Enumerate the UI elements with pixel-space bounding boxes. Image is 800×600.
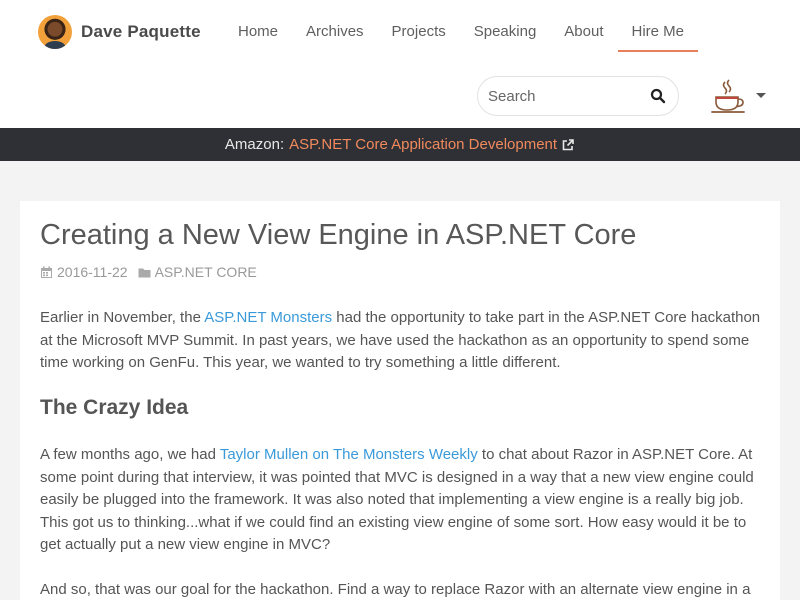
- text-span: A few months ago, we had: [40, 446, 220, 463]
- external-link-icon[interactable]: [561, 138, 575, 152]
- search-button[interactable]: [650, 88, 666, 104]
- search-box: [477, 76, 679, 116]
- brand-link[interactable]: Dave Paquette: [38, 15, 201, 49]
- nav-projects[interactable]: Projects: [378, 12, 460, 52]
- nav-speaking[interactable]: Speaking: [460, 12, 551, 52]
- search-icon: [650, 88, 666, 104]
- chevron-down-icon[interactable]: [756, 93, 766, 98]
- nav-about[interactable]: About: [550, 12, 617, 52]
- text-span: Earlier in November, the: [40, 309, 205, 326]
- post-date: 2016-11-22: [57, 264, 128, 280]
- paragraph-crazy-idea: A few months ago, we had Taylor Mullen o…: [40, 444, 765, 557]
- promo-prefix: Amazon:: [224, 136, 285, 153]
- post-category: ASP.NET CORE: [138, 264, 257, 280]
- nav-hire-me[interactable]: Hire Me: [617, 12, 699, 52]
- post-card: Creating a New View Engine in ASP.NET Co…: [20, 201, 780, 600]
- promo-bar: Amazon: ASP.NET Core Application Develop…: [0, 128, 800, 161]
- section-heading: The Crazy Idea: [40, 396, 189, 419]
- nav-home[interactable]: Home: [224, 12, 292, 52]
- folder-icon: [138, 268, 151, 277]
- coffee-cup-icon: [711, 79, 745, 113]
- site-header: Dave Paquette Home Archives Projects Spe…: [0, 0, 800, 128]
- promo-link[interactable]: ASP.NET Core Application Development: [289, 136, 557, 153]
- site-name: Dave Paquette: [81, 22, 201, 41]
- avatar: [38, 15, 72, 49]
- monsters-weekly-link[interactable]: Taylor Mullen on The Monsters Weekly: [220, 446, 478, 463]
- post-title: Creating a New View Engine in ASP.NET Co…: [40, 219, 637, 251]
- paragraph-goal: And so, that was our goal for the hackat…: [40, 581, 751, 598]
- main-nav: Home Archives Projects Speaking About Hi…: [224, 12, 699, 52]
- post-meta: 2016-11-22 ASP.NET CORE: [40, 264, 257, 280]
- paragraph-intro: Earlier in November, the ASP.NET Monster…: [40, 307, 765, 375]
- calendar-icon: [41, 266, 52, 278]
- nav-archives[interactable]: Archives: [292, 12, 378, 52]
- theme-menu-toggle[interactable]: [710, 78, 746, 116]
- category-link[interactable]: ASP.NET CORE: [155, 264, 257, 280]
- search-input[interactable]: [488, 83, 638, 109]
- asp-net-monsters-link[interactable]: ASP.NET Monsters: [204, 309, 332, 326]
